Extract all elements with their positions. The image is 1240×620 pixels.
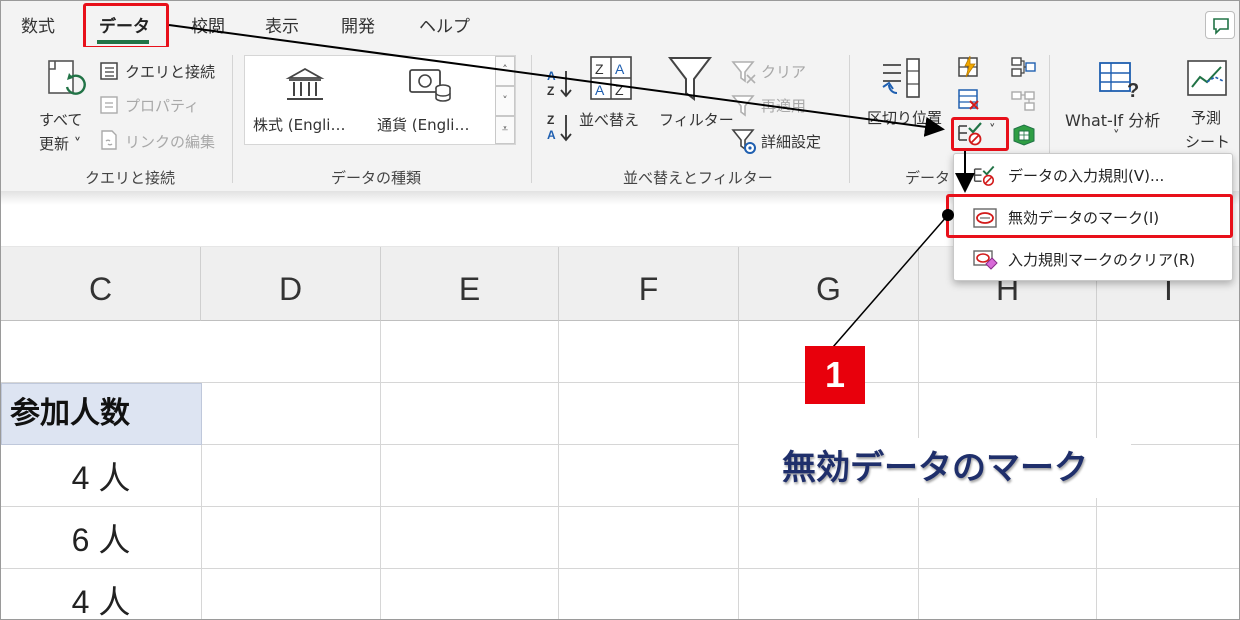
excel-window: 数式 データ 校閲 表示 開発 ヘルプ すべて 更新 ˅ クエリと接続 プロパテ… [0, 0, 1240, 620]
annotation-arrows [168, 24, 975, 348]
arrow-tab-to-button [168, 24, 945, 137]
callout-label: 無効データのマーク [739, 438, 1131, 498]
leader-line [832, 214, 949, 348]
step-number-badge: 1 [805, 346, 865, 404]
